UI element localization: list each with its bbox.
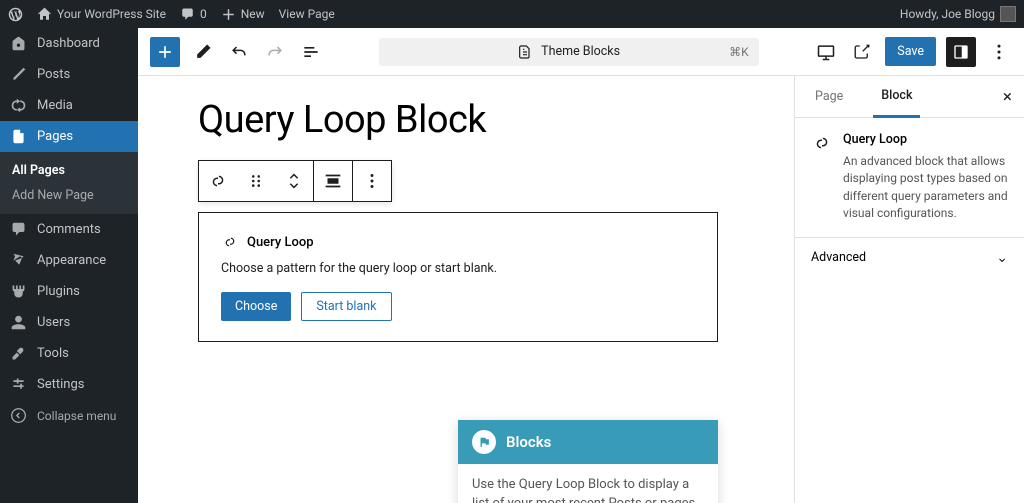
editor-canvas[interactable]: Query Loop Block: [138, 76, 794, 503]
redo-icon[interactable]: [262, 39, 288, 65]
placeholder-title: Query Loop: [247, 235, 314, 250]
block-editor: Theme Blocks ⌘K Save Query Loop Block: [138, 28, 1024, 503]
inserter-button[interactable]: [150, 37, 180, 67]
welcome-tip: Blocks Use the Query Loop Block to displ…: [458, 420, 718, 503]
sidebar-item-dashboard[interactable]: Dashboard: [0, 28, 138, 59]
submenu-add-page[interactable]: Add New Page: [0, 183, 138, 208]
block-toolbar: [198, 160, 392, 202]
align-icon[interactable]: [314, 161, 352, 201]
sidebar-submenu-pages: All Pages Add New Page: [0, 152, 138, 214]
tab-block[interactable]: Block: [873, 77, 920, 118]
tip-title: Blocks: [506, 433, 551, 451]
avatar-icon: [1000, 6, 1016, 22]
submenu-all-pages[interactable]: All Pages: [0, 158, 138, 183]
inspector-tabs: Page Block ×: [795, 76, 1024, 118]
start-blank-button[interactable]: Start blank: [301, 292, 391, 321]
sidebar-item-settings[interactable]: Settings: [0, 369, 138, 400]
document-icon: [517, 44, 533, 60]
sidebar-item-users[interactable]: Users: [0, 307, 138, 338]
editor-toolbar: Theme Blocks ⌘K Save: [138, 28, 1024, 76]
block-more-icon[interactable]: [353, 161, 391, 201]
save-button[interactable]: Save: [885, 37, 936, 66]
admin-sidebar: Dashboard Posts Media Pages All Pages Ad…: [0, 28, 138, 503]
sidebar-item-appearance[interactable]: Appearance: [0, 245, 138, 276]
sidebar-item-tools[interactable]: Tools: [0, 338, 138, 369]
view-page-link[interactable]: View Page: [279, 7, 335, 21]
flag-icon: [472, 430, 496, 454]
close-inspector-icon[interactable]: ×: [1003, 87, 1012, 107]
sidebar-item-plugins[interactable]: Plugins: [0, 276, 138, 307]
admin-bar: Your WordPress Site 0 New View Page Howd…: [0, 0, 1024, 28]
tip-body: Use the Query Loop Block to display a li…: [458, 464, 718, 503]
chevron-down-icon: ⌄: [996, 250, 1008, 266]
move-up-down-icon[interactable]: [275, 161, 313, 201]
settings-inspector: Page Block × Query Loop An advanced bloc…: [794, 76, 1024, 503]
tab-page[interactable]: Page: [807, 76, 851, 117]
list-view-icon[interactable]: [298, 39, 324, 65]
sidebar-item-posts[interactable]: Posts: [0, 59, 138, 90]
collapse-menu[interactable]: Collapse menu: [0, 400, 138, 431]
more-options-icon[interactable]: [986, 39, 1012, 65]
query-loop-placeholder: Query Loop Choose a pattern for the quer…: [198, 212, 718, 342]
view-link-icon[interactable]: [849, 39, 875, 65]
undo-icon[interactable]: [226, 39, 252, 65]
advanced-panel-toggle[interactable]: Advanced ⌄: [795, 238, 1024, 278]
wp-logo[interactable]: [8, 7, 23, 22]
document-title-button[interactable]: Theme Blocks ⌘K: [379, 38, 759, 66]
preview-desktop-icon[interactable]: [813, 39, 839, 65]
loop-icon: [221, 233, 239, 251]
sidebar-item-comments[interactable]: Comments: [0, 214, 138, 245]
placeholder-description: Choose a pattern for the query loop or s…: [221, 261, 695, 276]
block-name-label: Query Loop: [843, 132, 1008, 147]
page-title[interactable]: Query Loop Block: [198, 98, 734, 142]
settings-panel-toggle[interactable]: [946, 37, 976, 67]
loop-icon: [811, 132, 833, 154]
drag-handle-icon[interactable]: [237, 161, 275, 201]
new-content-link[interactable]: New: [221, 7, 265, 22]
block-type-icon[interactable]: [199, 161, 237, 201]
block-info-section: Query Loop An advanced block that allows…: [795, 118, 1024, 238]
sidebar-item-pages[interactable]: Pages: [0, 121, 138, 152]
site-home-link[interactable]: Your WordPress Site: [37, 7, 166, 22]
choose-button[interactable]: Choose: [221, 292, 291, 321]
comments-link[interactable]: 0: [180, 7, 207, 22]
user-greeting[interactable]: Howdy, Joe Blogg: [900, 6, 1016, 22]
block-description: An advanced block that allows displaying…: [843, 153, 1008, 223]
sidebar-item-media[interactable]: Media: [0, 90, 138, 121]
edit-mode-icon[interactable]: [190, 39, 216, 65]
shortcut-hint: ⌘K: [729, 45, 749, 59]
